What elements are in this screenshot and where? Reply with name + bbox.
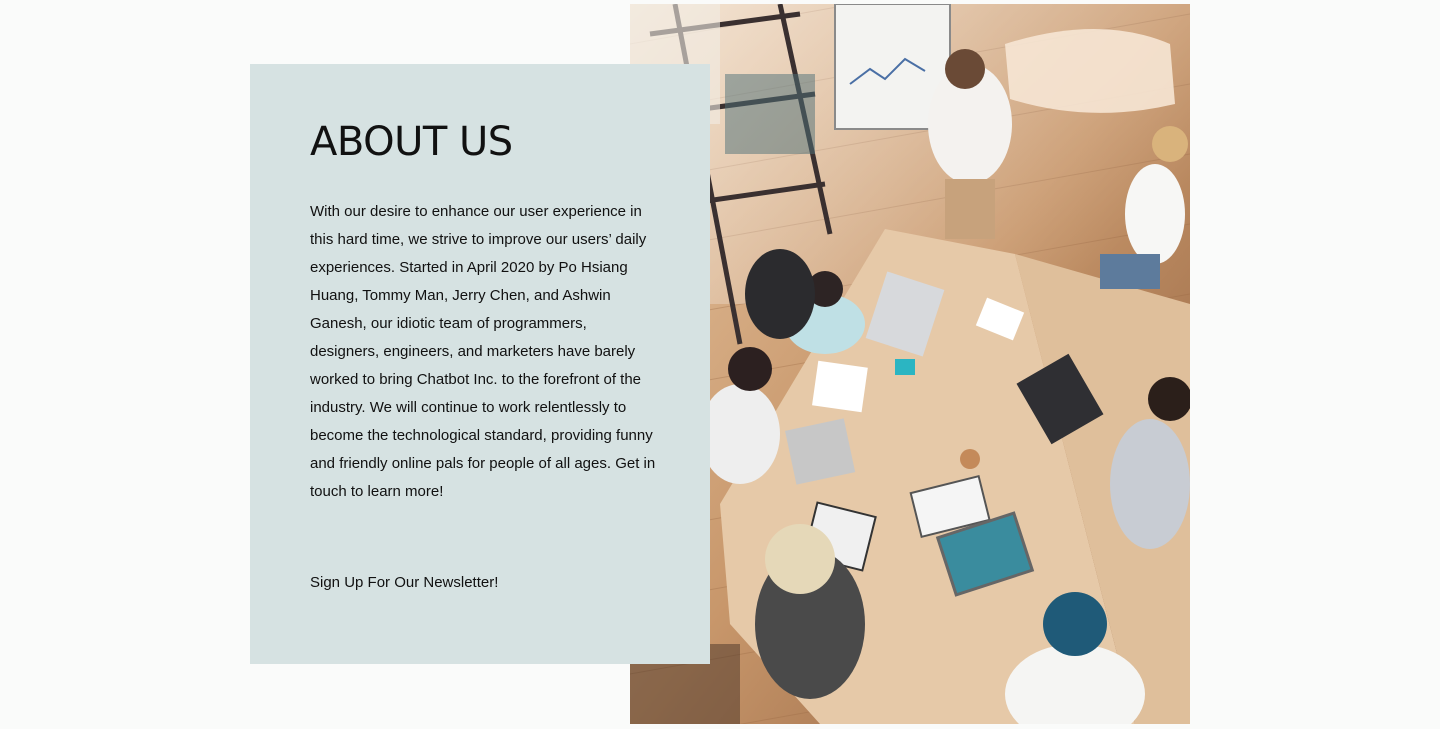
about-us-heading: ABOUT US [310, 119, 513, 165]
team-office-photo [630, 4, 1190, 724]
about-section: ABOUT US With our desire to enhance our … [0, 0, 1440, 729]
about-us-description: With our desire to enhance our user expe… [310, 203, 656, 500]
newsletter-signup-link[interactable]: Sign Up For Our Newsletter! [310, 570, 498, 596]
about-us-card: ABOUT US With our desire to enhance our … [250, 64, 710, 664]
